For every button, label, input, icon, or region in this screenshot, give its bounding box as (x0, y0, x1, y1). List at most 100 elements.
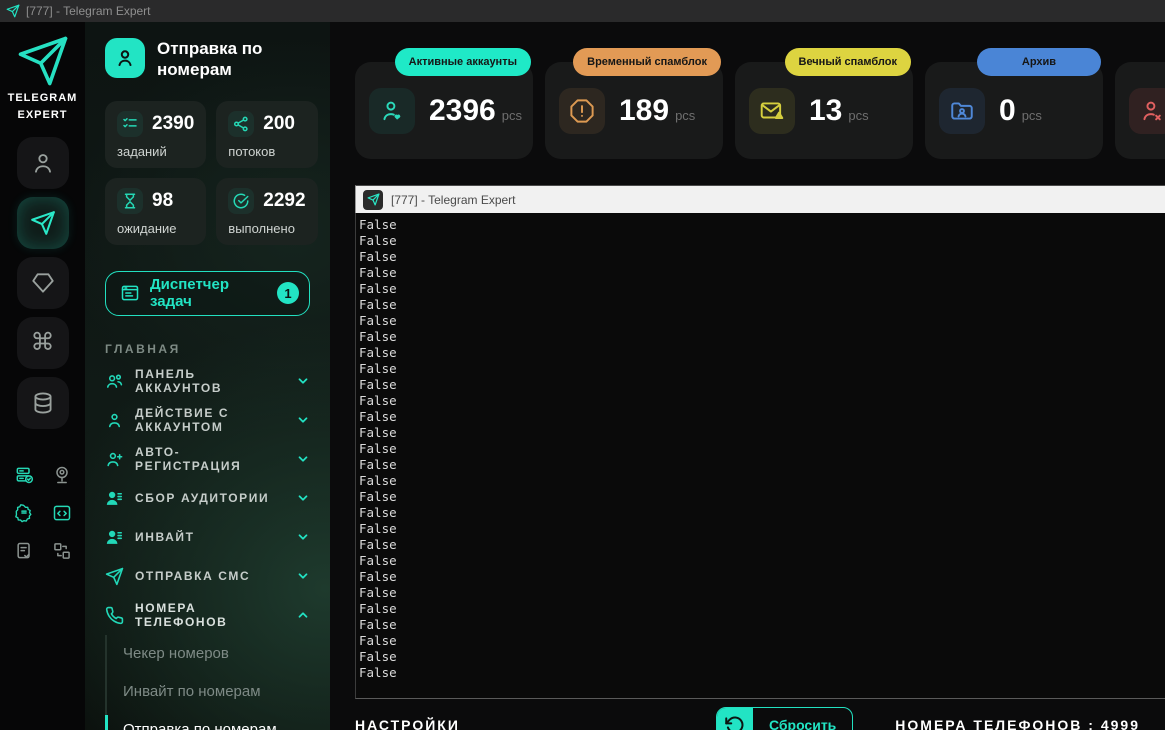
hourglass-icon (117, 188, 143, 214)
console-title: [777] - Telegram Expert (391, 193, 516, 207)
user-plus-icon (105, 450, 124, 469)
stat-done: 2292 выполнено (216, 178, 317, 245)
status-badge: Активные аккаунты (395, 48, 531, 76)
page-title: Отправка по номерам (157, 38, 310, 81)
stat-tasks: 2390 заданий (105, 101, 206, 168)
console-line: False (359, 457, 1165, 473)
telegram-app-icon (363, 190, 383, 210)
card-temp-spamblock: Временный спамблок 189pcs (545, 62, 723, 159)
rail-button-accounts[interactable] (17, 137, 69, 189)
users-icon (105, 372, 124, 391)
brand-name: TELEGRAMEXPERT (8, 90, 78, 123)
rail-button-tools[interactable]: ⌘ (17, 317, 69, 369)
console-line: False (359, 345, 1165, 361)
checklist-icon (117, 111, 143, 137)
task-dispatcher-label: Диспетчер задач (150, 276, 267, 310)
chevron-up-icon (296, 608, 310, 622)
console-line: False (359, 649, 1165, 665)
webcam-button[interactable] (47, 465, 77, 485)
task-dispatcher-badge: 1 (277, 282, 299, 304)
command-icon: ⌘ (31, 331, 55, 355)
console-line: False (359, 569, 1165, 585)
status-badge: Временный спамблок (573, 48, 721, 76)
console-line: False (359, 329, 1165, 345)
swap-button[interactable] (47, 541, 77, 561)
send-icon (30, 210, 56, 236)
rotate-ccw-icon (717, 708, 753, 730)
user-icon (30, 150, 56, 176)
nav-sidebar: Отправка по номерам 2390 заданий 200 (85, 22, 330, 730)
server-check-button[interactable] (9, 465, 39, 485)
phone-icon (105, 606, 124, 625)
card-active-accounts: Активные аккаунты 2396pcs (355, 62, 533, 159)
alert-octagon-icon (559, 88, 605, 134)
submenu-item-number-checker[interactable]: Чекер номеров (107, 635, 310, 673)
user-list-icon (105, 489, 124, 508)
check-circle-icon (228, 188, 254, 214)
folder-user-icon (939, 88, 985, 134)
console-window: [777] - Telegram Expert FalseFalseFalseF… (355, 185, 1165, 699)
user-icon (105, 411, 124, 430)
nav-item-accounts-panel[interactable]: ПАНЕЛЬ АККАУНТОВ (105, 362, 310, 401)
page-icon-tile (105, 38, 145, 78)
chevron-down-icon (296, 413, 310, 427)
console-line: False (359, 633, 1165, 649)
app-logo (16, 34, 70, 88)
console-output[interactable]: FalseFalseFalseFalseFalseFalseFalseFalse… (355, 213, 1165, 699)
nav-item-auto-registration[interactable]: АВТО-РЕГИСТРАЦИЯ (105, 440, 310, 479)
console-line: False (359, 537, 1165, 553)
code-window-button[interactable] (47, 503, 77, 523)
submenu-item-invite-by-numbers[interactable]: Инвайт по номерам (107, 673, 310, 711)
console-line: False (359, 393, 1165, 409)
nav-item-audience-collection[interactable]: СБОР АУДИТОРИИ (105, 479, 310, 518)
settings-label: НАСТРОЙКИ (355, 717, 460, 730)
chevron-down-icon (296, 569, 310, 583)
rail-button-sending[interactable] (17, 197, 69, 249)
console-line: False (359, 489, 1165, 505)
mail-warning-icon (749, 88, 795, 134)
submenu-item-send-by-numbers[interactable]: Отправка по номерам (107, 711, 310, 730)
user-icon (113, 46, 137, 70)
console-line: False (359, 521, 1165, 537)
console-line: False (359, 377, 1165, 393)
page-header: Отправка по номерам (105, 38, 310, 81)
user-x-icon (1129, 88, 1165, 134)
account-status-cards: Активные аккаунты 2396pcs Временный спам… (355, 62, 1165, 159)
nav-section-label: ГЛАВНАЯ (105, 342, 310, 356)
task-dispatcher-button[interactable]: Диспетчер задач 1 (105, 271, 310, 316)
rail-button-premium[interactable] (17, 257, 69, 309)
share-icon (228, 111, 254, 137)
console-line: False (359, 601, 1165, 617)
webcam-icon (52, 465, 72, 485)
console-line: False (359, 425, 1165, 441)
document-check-icon (14, 541, 34, 561)
footer-bar: НАСТРОЙКИ Сбросить НОМЕРА ТЕЛЕФОНОВ : 49… (355, 699, 1165, 730)
settings-button[interactable] (9, 503, 39, 523)
send-icon (105, 567, 124, 586)
chevron-down-icon (296, 530, 310, 544)
icon-rail: TELEGRAMEXPERT ⌘ (0, 22, 85, 730)
status-badge: Вечный спамблок (785, 48, 912, 76)
code-window-icon (52, 503, 72, 523)
nav-item-invite[interactable]: ИНВАЙТ (105, 518, 310, 557)
diamond-icon (30, 270, 56, 296)
nav-item-sms-sending[interactable]: ОТПРАВКА СМС (105, 557, 310, 596)
rail-button-database[interactable] (17, 377, 69, 429)
send-icon (6, 4, 20, 18)
user-list-icon (105, 528, 124, 547)
main-content: Активные аккаунты 2396pcs Временный спам… (330, 22, 1165, 730)
nav-item-account-actions[interactable]: ДЕЙСТВИЕ С АККАУНТОМ (105, 401, 310, 440)
chevron-down-icon (296, 374, 310, 388)
stat-waiting: 98 ожидание (105, 178, 206, 245)
user-heart-icon (369, 88, 415, 134)
console-line: False (359, 233, 1165, 249)
nav-item-phone-numbers[interactable]: НОМЕРА ТЕЛЕФОНОВ (105, 596, 310, 635)
console-line: False (359, 265, 1165, 281)
os-window-title: [777] - Telegram Expert (26, 4, 151, 18)
phone-numbers-submenu: Чекер номеров Инвайт по номерам Отправка… (105, 635, 310, 730)
console-line: False (359, 665, 1165, 681)
document-check-button[interactable] (9, 541, 39, 561)
console-line: False (359, 473, 1165, 489)
task-manager-icon (120, 283, 140, 303)
reset-button[interactable]: Сбросить (716, 707, 853, 730)
